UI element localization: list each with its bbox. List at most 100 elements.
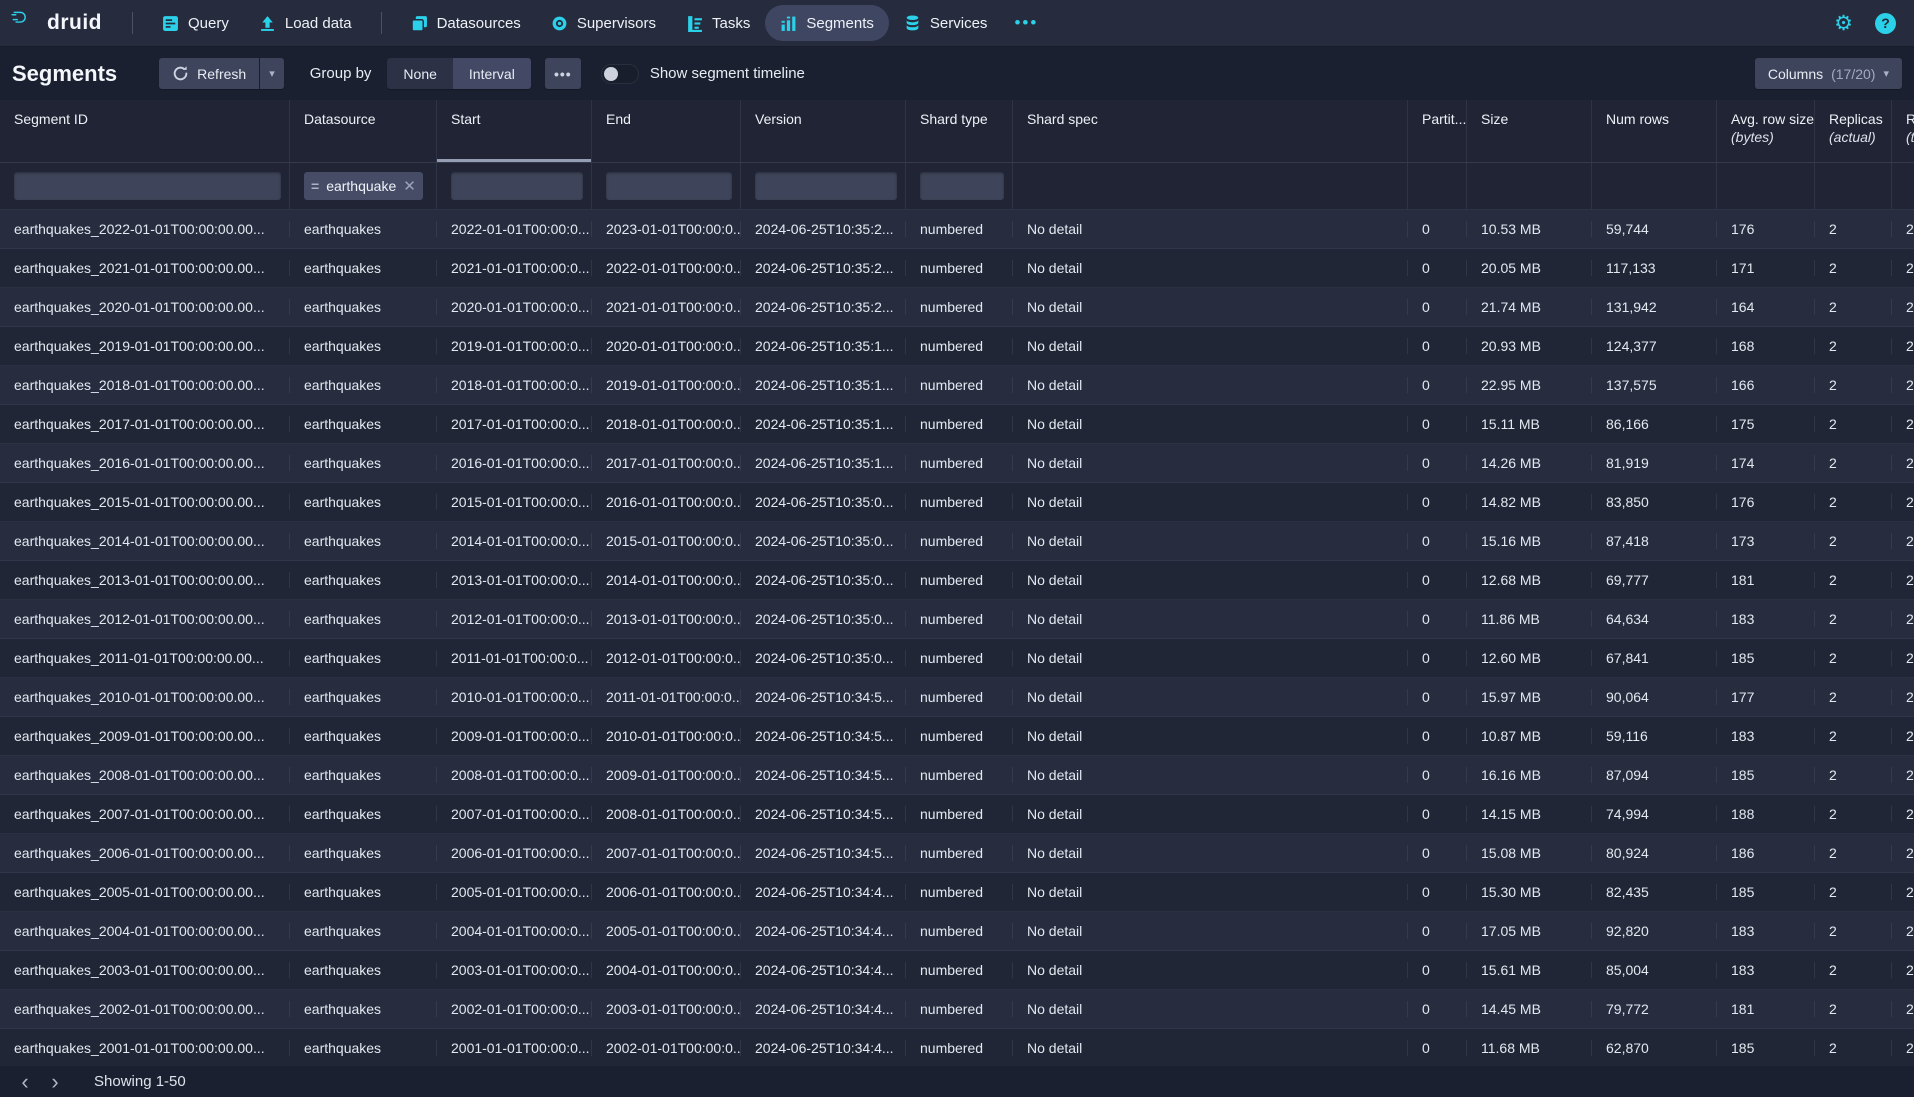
segment-id-filter-input[interactable]	[14, 172, 281, 200]
column-header-replication-factor[interactable]: Replication factor(target)	[1892, 100, 1914, 162]
avg-row-size-cell: 173	[1717, 533, 1815, 549]
column-header-partition[interactable]: Partit...	[1408, 100, 1467, 162]
refresh-options-button[interactable]: ▾	[260, 58, 284, 89]
partition-cell: 0	[1408, 221, 1467, 237]
column-header-end[interactable]: End	[592, 100, 741, 162]
nav-item-label: Tasks	[712, 15, 750, 32]
table-row: earthquakes_2011-01-01T00:00:00.00... ea…	[0, 639, 1914, 678]
column-header-shard-spec[interactable]: Shard spec	[1013, 100, 1408, 162]
start-filter-input[interactable]	[451, 172, 583, 200]
datasource-cell: earthquakes	[290, 533, 437, 549]
more-options-button[interactable]: •••	[545, 58, 581, 89]
column-header-datasource[interactable]: Datasource	[290, 100, 437, 162]
segment-id-cell: earthquakes_2013-01-01T00:00:00.00...	[0, 572, 290, 588]
nav-item-datasources[interactable]: Datasources	[396, 5, 536, 41]
segment-id-cell: earthquakes_2004-01-01T00:00:00.00...	[0, 923, 290, 939]
group-by-none-button[interactable]: None	[387, 58, 452, 89]
partition-cell: 0	[1408, 572, 1467, 588]
shard-spec-cell: No detail	[1013, 650, 1408, 666]
start-cell: 2014-01-01T00:00:0...	[437, 533, 592, 549]
segment-timeline-toggle[interactable]	[601, 64, 639, 84]
refresh-button[interactable]: Refresh	[159, 58, 259, 89]
column-header-shard-type[interactable]: Shard type	[906, 100, 1013, 162]
table-row: earthquakes_2002-01-01T00:00:00.00... ea…	[0, 990, 1914, 1029]
start-cell: 2021-01-01T00:00:0...	[437, 260, 592, 276]
shard-type-cell: numbered	[906, 923, 1013, 939]
partition-cell: 0	[1408, 962, 1467, 978]
column-header-start[interactable]: Start	[437, 100, 592, 162]
datasource-filter-chip[interactable]: = earthquake ✕	[304, 172, 423, 200]
avg-row-size-cell: 168	[1717, 338, 1815, 354]
columns-button[interactable]: Columns (17/20) ▾	[1755, 58, 1902, 89]
segment-id-cell: earthquakes_2003-01-01T00:00:00.00...	[0, 962, 290, 978]
replication-factor-cell: 2	[1892, 650, 1914, 666]
group-by-interval-button[interactable]: Interval	[453, 58, 531, 89]
replicas-cell: 2	[1815, 611, 1892, 627]
replicas-cell: 2	[1815, 1001, 1892, 1017]
shard-type-cell: numbered	[906, 767, 1013, 783]
num-rows-cell: 59,116	[1592, 728, 1717, 744]
column-header-segment-id[interactable]: Segment ID	[0, 100, 290, 162]
shard-spec-cell: No detail	[1013, 299, 1408, 315]
start-cell: 2018-01-01T00:00:0...	[437, 377, 592, 393]
partition-cell: 0	[1408, 650, 1467, 666]
remove-filter-icon[interactable]: ✕	[403, 179, 416, 194]
avg-row-size-cell: 185	[1717, 650, 1815, 666]
refresh-icon	[172, 65, 189, 82]
nav-item-segments[interactable]: Segments	[765, 5, 889, 41]
end-filter-input[interactable]	[606, 172, 732, 200]
previous-page-button[interactable]: ‹	[10, 1069, 40, 1095]
version-cell: 2024-06-25T10:35:0...	[741, 650, 906, 666]
shard-spec-cell: No detail	[1013, 1001, 1408, 1017]
replicas-cell: 2	[1815, 689, 1892, 705]
version-cell: 2024-06-25T10:35:1...	[741, 338, 906, 354]
druid-console: druid Query Load data Datasources	[0, 0, 1914, 1097]
shard-spec-cell: No detail	[1013, 845, 1408, 861]
nav-item-query[interactable]: Query	[147, 5, 244, 41]
version-cell: 2024-06-25T10:34:4...	[741, 884, 906, 900]
start-cell: 2017-01-01T00:00:0...	[437, 416, 592, 432]
shard-spec-cell: No detail	[1013, 533, 1408, 549]
size-cell: 15.61 MB	[1467, 962, 1592, 978]
nav-item-tasks[interactable]: Tasks	[671, 5, 765, 41]
column-header-size[interactable]: Size	[1467, 100, 1592, 162]
column-header-version[interactable]: Version	[741, 100, 906, 162]
nav-item-load-data[interactable]: Load data	[244, 5, 367, 41]
column-header-avg-row-size[interactable]: Avg. row size(bytes)	[1717, 100, 1815, 162]
partition-cell: 0	[1408, 494, 1467, 510]
shard-spec-cell: No detail	[1013, 572, 1408, 588]
druid-logo[interactable]: druid	[10, 9, 102, 37]
table-header-row: Segment ID Datasource Start End Version …	[0, 100, 1914, 163]
replication-factor-cell: 2	[1892, 494, 1914, 510]
column-header-replicas[interactable]: Replicas(actual)	[1815, 100, 1892, 162]
nav-more-button[interactable]: •••	[1002, 13, 1050, 33]
datasource-cell: earthquakes	[290, 377, 437, 393]
shard-type-cell: numbered	[906, 572, 1013, 588]
segment-id-cell: earthquakes_2022-01-01T00:00:00.00...	[0, 221, 290, 237]
datasource-cell: earthquakes	[290, 299, 437, 315]
nav-item-services[interactable]: Services	[889, 5, 1003, 41]
table-row: earthquakes_2008-01-01T00:00:00.00... ea…	[0, 756, 1914, 795]
shard-spec-cell: No detail	[1013, 962, 1408, 978]
table-row: earthquakes_2012-01-01T00:00:00.00... ea…	[0, 600, 1914, 639]
num-rows-cell: 131,942	[1592, 299, 1717, 315]
version-cell: 2024-06-25T10:35:2...	[741, 221, 906, 237]
datasource-cell: earthquakes	[290, 1040, 437, 1056]
version-filter-input[interactable]	[755, 172, 897, 200]
version-cell: 2024-06-25T10:35:2...	[741, 260, 906, 276]
refresh-label: Refresh	[197, 66, 246, 82]
datasource-cell: earthquakes	[290, 962, 437, 978]
segment-id-cell: earthquakes_2018-01-01T00:00:00.00...	[0, 377, 290, 393]
settings-gear-icon[interactable]: ⚙	[1834, 13, 1853, 34]
size-cell: 15.11 MB	[1467, 416, 1592, 432]
help-icon[interactable]: ?	[1875, 13, 1896, 34]
num-rows-cell: 124,377	[1592, 338, 1717, 354]
segments-toolbar: Segments Refresh ▾ Group by None Interva…	[0, 47, 1914, 100]
column-header-num-rows[interactable]: Num rows	[1592, 100, 1717, 162]
segment-id-cell: earthquakes_2020-01-01T00:00:00.00...	[0, 299, 290, 315]
num-rows-cell: 137,575	[1592, 377, 1717, 393]
table-row: earthquakes_2015-01-01T00:00:00.00... ea…	[0, 483, 1914, 522]
shard-type-filter-input[interactable]	[920, 172, 1004, 200]
next-page-button[interactable]: ›	[40, 1069, 70, 1095]
nav-item-supervisors[interactable]: Supervisors	[536, 5, 671, 41]
